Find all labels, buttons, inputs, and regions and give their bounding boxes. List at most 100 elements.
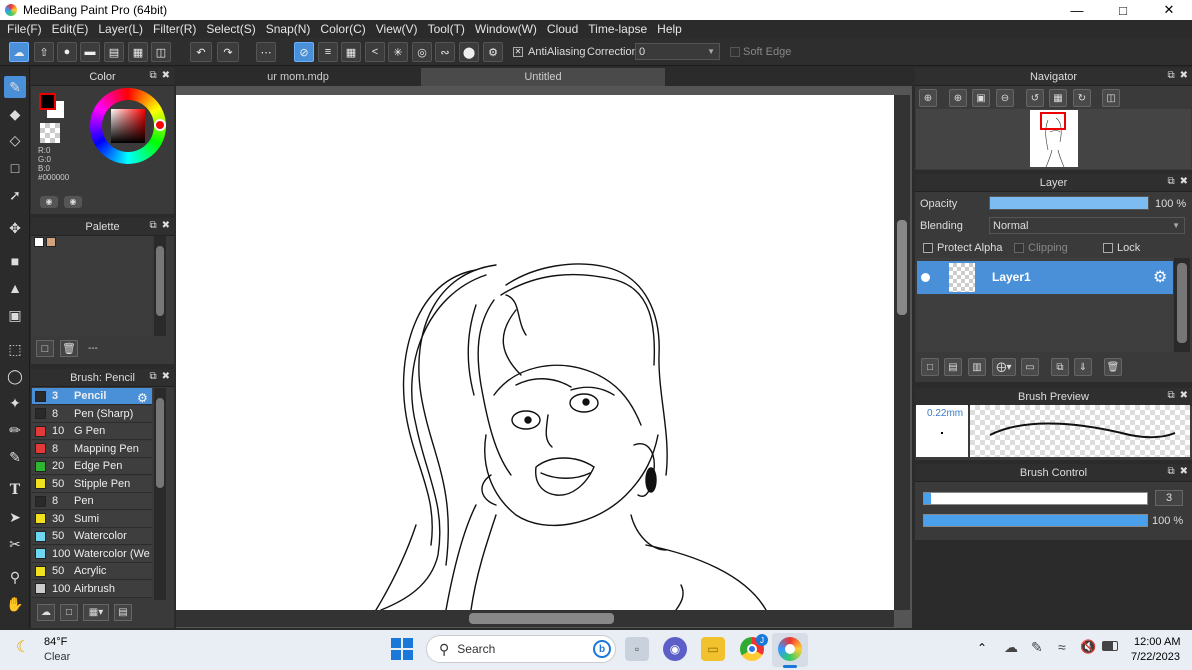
- battery-icon[interactable]: [1102, 641, 1118, 651]
- expand-icon[interactable]: ⧉: [1167, 466, 1174, 477]
- brush-size-value[interactable]: 3: [1155, 490, 1183, 506]
- clock-time[interactable]: 12:00 AM: [1134, 636, 1180, 648]
- expand-icon[interactable]: ⧉: [149, 70, 156, 81]
- dot-eraser-icon[interactable]: ◇: [4, 129, 26, 151]
- move-tool-icon[interactable]: ✥: [4, 217, 26, 239]
- chevron-up-icon[interactable]: ⌃: [977, 641, 987, 655]
- brush-item[interactable]: 20 Edge Pen: [32, 458, 152, 475]
- layer-scroll-thumb[interactable]: [1177, 263, 1187, 343]
- rotate-right-icon[interactable]: ↻: [1073, 89, 1091, 107]
- text-tool-icon[interactable]: T: [4, 479, 26, 501]
- tab-untitled[interactable]: Untitled: [421, 68, 665, 86]
- drawing-canvas[interactable]: [176, 95, 894, 610]
- windows-start-icon[interactable]: [391, 638, 413, 660]
- undo-icon[interactable]: ↶: [190, 42, 212, 62]
- rotate-left-icon[interactable]: ↺: [1026, 89, 1044, 107]
- parallel-snap-icon[interactable]: ≡: [318, 42, 338, 62]
- bucket-tool-icon[interactable]: ▲: [4, 277, 26, 299]
- select-all-icon[interactable]: ⋯: [256, 42, 276, 62]
- brush-item[interactable]: 50 Acrylic: [32, 563, 152, 580]
- gradient-tool-icon[interactable]: ▣: [4, 304, 26, 326]
- vertical-scroll-thumb[interactable]: [897, 220, 907, 315]
- palette-swatch[interactable]: [46, 237, 56, 247]
- canvas-horizontal-scrollbar[interactable]: [176, 610, 894, 627]
- cloud-brush-icon[interactable]: ☁: [37, 604, 55, 621]
- close-icon[interactable]: ✖: [162, 70, 170, 81]
- close-icon[interactable]: ✖: [162, 371, 170, 382]
- circle-snap-icon[interactable]: ◎: [412, 42, 432, 62]
- expand-icon[interactable]: ⧉: [1167, 176, 1174, 187]
- correction-select[interactable]: 0 ▼: [635, 43, 720, 60]
- layer-scrollbar[interactable]: [1174, 258, 1190, 352]
- antialiasing-checkbox[interactable]: ✕: [513, 47, 523, 57]
- brush-item[interactable]: 100 Watercolor (We: [32, 545, 152, 563]
- menu-file[interactable]: File(F): [2, 22, 47, 36]
- brush-item[interactable]: 3 Pencil: [32, 388, 152, 405]
- select-rect-icon[interactable]: ⬚: [4, 338, 26, 360]
- palette-scrollbar[interactable]: [154, 236, 166, 336]
- shape-tool-icon[interactable]: □: [4, 157, 26, 179]
- menu-select[interactable]: Select(S): [201, 22, 260, 36]
- maximize-button[interactable]: □: [1100, 0, 1146, 20]
- menu-edit[interactable]: Edit(E): [47, 22, 94, 36]
- flip-horizontal-icon[interactable]: ◫: [1102, 89, 1120, 107]
- canvas-vertical-scrollbar[interactable]: [894, 95, 910, 610]
- close-icon[interactable]: ✖: [1180, 70, 1188, 81]
- close-button[interactable]: ✕: [1146, 0, 1192, 20]
- pen-icon[interactable]: ✎: [1031, 639, 1043, 656]
- eraser-tool-icon[interactable]: ◆: [4, 103, 26, 125]
- weather-temperature[interactable]: 84°F: [44, 636, 67, 648]
- brush-item[interactable]: 8 Pen: [32, 493, 152, 510]
- zoom-in-icon[interactable]: ⊕: [919, 89, 937, 107]
- select-pen-icon[interactable]: ✏: [4, 419, 26, 441]
- color-swap-icon[interactable]: ◉: [64, 196, 82, 208]
- foreground-color-swatch[interactable]: [39, 93, 56, 110]
- ellipse-snap-icon[interactable]: ⬤: [459, 42, 479, 62]
- line-tool-icon[interactable]: ➚: [4, 184, 26, 206]
- transparent-color-swatch[interactable]: [40, 123, 60, 143]
- speaker-muted-icon[interactable]: 🔇: [1080, 639, 1096, 655]
- eyedropper-icon[interactable]: ⚲: [4, 566, 26, 588]
- tab-ur-mom[interactable]: ur mom.mdp: [176, 68, 420, 86]
- menu-timelapse[interactable]: Time-lapse: [583, 22, 652, 36]
- brush-tool-icon[interactable]: ✎: [4, 76, 26, 98]
- navigator-thumbnail[interactable]: [1030, 110, 1078, 168]
- menu-cloud[interactable]: Cloud: [542, 22, 583, 36]
- new-palette-icon[interactable]: □: [36, 340, 54, 357]
- weather-description[interactable]: Clear: [44, 651, 70, 663]
- expand-icon[interactable]: ⧉: [149, 220, 156, 231]
- duplicate-layer-icon[interactable]: ⧉: [1051, 358, 1069, 376]
- brush-options-icon[interactable]: ▦▾: [83, 604, 109, 621]
- close-icon[interactable]: ✖: [162, 220, 170, 231]
- new-layer-icon[interactable]: □: [921, 358, 939, 376]
- close-icon[interactable]: ✖: [1180, 466, 1188, 477]
- menu-window[interactable]: Window(W): [470, 22, 542, 36]
- export-icon[interactable]: ⇧: [34, 42, 54, 62]
- teams-chat-icon[interactable]: ◉: [663, 637, 687, 661]
- snap-settings-icon[interactable]: ⚙: [483, 42, 503, 62]
- brush-item[interactable]: 10 G Pen: [32, 423, 152, 440]
- fit-canvas-icon[interactable]: ▦: [1049, 89, 1067, 107]
- wifi-icon[interactable]: ≈: [1058, 639, 1066, 655]
- saturation-value-square[interactable]: [111, 109, 145, 143]
- brush-scroll-thumb[interactable]: [156, 398, 164, 488]
- comment-icon[interactable]: ●: [57, 42, 77, 62]
- hue-marker[interactable]: [154, 119, 166, 131]
- close-icon[interactable]: ✖: [1180, 176, 1188, 187]
- medibang-taskbar-icon[interactable]: [778, 637, 802, 661]
- brush-properties-icon[interactable]: ▤: [114, 604, 132, 621]
- divide-tool-icon[interactable]: ✂: [4, 533, 26, 555]
- clock-date[interactable]: 7/22/2023: [1131, 651, 1180, 663]
- fill-rect-tool-icon[interactable]: ■: [4, 250, 26, 272]
- clipping-checkbox[interactable]: [1014, 243, 1024, 253]
- menu-tool[interactable]: Tool(T): [423, 22, 470, 36]
- brush-settings-gear-icon[interactable]: ⚙: [137, 391, 148, 405]
- menu-layer[interactable]: Layer(L): [93, 22, 148, 36]
- menu-snap[interactable]: Snap(N): [261, 22, 316, 36]
- lock-checkbox[interactable]: [1103, 243, 1113, 253]
- layer-opacity-slider[interactable]: [989, 196, 1149, 210]
- fit-screen-icon[interactable]: ▣: [972, 89, 990, 107]
- navigator-viewport-box[interactable]: [1040, 112, 1066, 130]
- delete-layer-icon[interactable]: 🗑: [1104, 358, 1122, 376]
- expand-icon[interactable]: ⧉: [1167, 390, 1174, 401]
